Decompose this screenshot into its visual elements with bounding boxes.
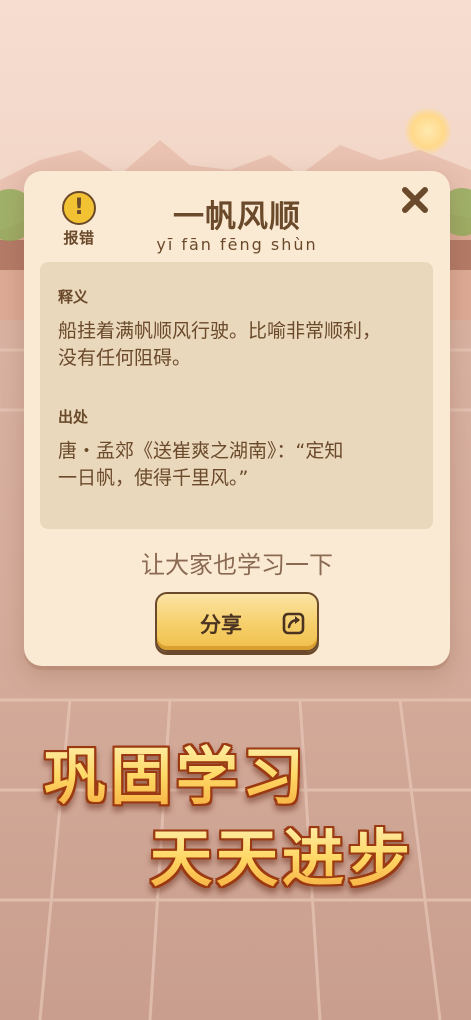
idiom-dialog: ! 报错 一帆风顺 yī fān fēng shùn 释义 船挂着满帆顺风行驶。… [24, 171, 450, 666]
promo-slogan-line-1: 巩固学习 [44, 726, 308, 816]
idiom-title: 一帆风顺 [173, 199, 301, 235]
source-text-line-2: 一日帆，使得千里风。” [58, 467, 249, 489]
meaning-label: 释义 [58, 288, 89, 306]
share-button-label: 分享 [200, 613, 242, 637]
share-arrow-icon [282, 612, 305, 635]
meaning-text-line-2: 没有任何阻碍。 [58, 347, 192, 369]
idiom-content-panel: 释义 船挂着满帆顺风行驶。比喻非常顺利， 没有任何阻碍。 出处 唐・孟郊《送崔爽… [40, 262, 433, 529]
promo-slogan-line-2: 天天进步 [150, 808, 414, 898]
meaning-text-line-1: 船挂着满帆顺风行驶。比喻非常顺利， [58, 320, 382, 342]
share-hint-text: 让大家也学习一下 [141, 551, 333, 579]
share-button[interactable]: 分享 [155, 592, 319, 652]
idiom-pinyin: yī fān fēng shùn [156, 235, 318, 254]
close-x-icon[interactable] [398, 183, 432, 217]
source-label: 出处 [58, 408, 89, 426]
source-text-line-1: 唐・孟郊《送崔爽之湖南》：“定知 [58, 440, 344, 462]
